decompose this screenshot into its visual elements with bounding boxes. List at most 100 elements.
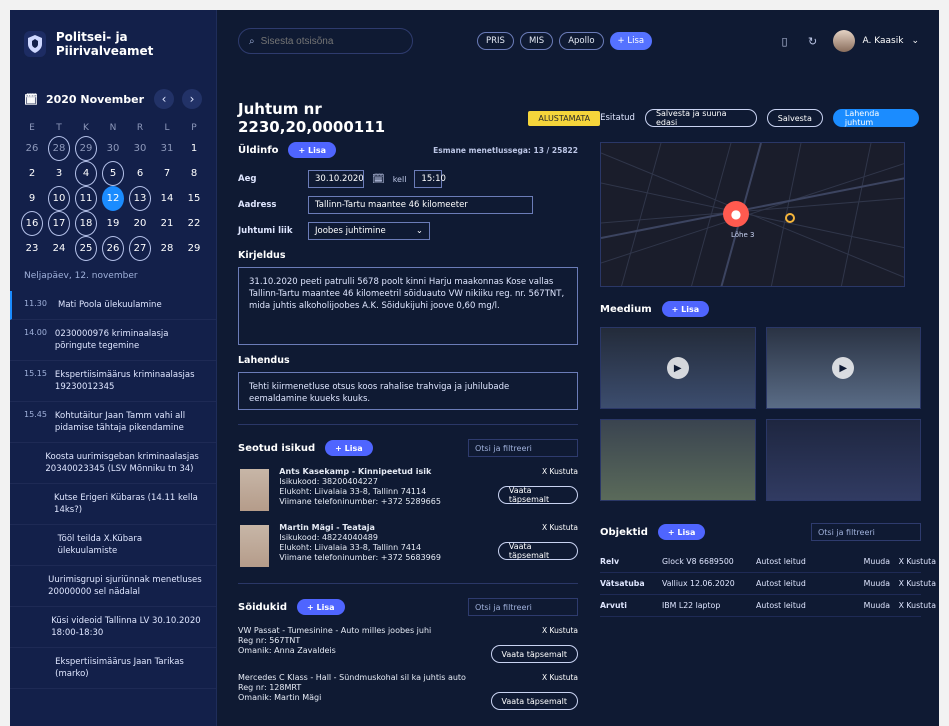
media-add-button[interactable]: + Lisa [661,301,710,317]
bookmark-icon[interactable]: ▯ [777,33,793,49]
calendar-day[interactable]: 30 [129,136,151,161]
calendar-day[interactable]: 5 [102,161,124,186]
vehicle-details-button[interactable]: Vaata täpsemalt [490,692,578,710]
calendar-day[interactable]: 12 [102,186,124,211]
play-icon[interactable]: ▶ [666,357,689,379]
calendar-day[interactable]: 13 [129,186,151,211]
media-thumbnail[interactable] [765,419,921,501]
refresh-icon[interactable]: ↻ [805,33,821,49]
calendar-day[interactable]: 30 [102,136,124,161]
calendar-day-cell: 30 [101,136,125,161]
person-photo[interactable] [238,523,272,569]
agenda-item[interactable]: Tööl teilda X.Kübara ülekuulamiste [10,525,216,566]
address-field[interactable]: Tallinn-Tartu maantee 46 kilomeeter [308,196,533,214]
type-select[interactable]: Joobes juhtimine ⌄ [308,222,430,240]
calendar-day[interactable]: 26 [102,236,124,261]
agenda-item[interactable]: 15.15 Ekspertiisimäärus kriminaalasjas 19… [10,361,216,402]
next-month-button[interactable]: › [182,89,202,109]
object-cell[interactable]: X Kustuta [896,601,936,610]
person-photo[interactable] [238,467,272,513]
source-chip[interactable]: PRIS [477,32,514,50]
calendar-day[interactable]: 24 [48,236,70,261]
source-chip[interactable]: Apollo [559,32,604,50]
calendar-icon[interactable]: 🗓 [372,174,385,185]
calendar-day[interactable]: 18 [75,211,97,236]
resolution-box[interactable]: Tehti kiirmenetluse otsus koos rahalise … [238,372,578,410]
objects-add-button[interactable]: + Lisa [657,524,706,540]
delete-person-link[interactable]: X Kustuta [542,467,578,476]
calendar-day[interactable]: 23 [21,236,43,261]
agenda-item[interactable]: Küsi videoid Tallinna LV 30.10.2020 18:0… [10,607,216,648]
general-add-button[interactable]: + Lisa [288,142,336,158]
calendar-day[interactable]: 27 [129,236,151,261]
vehicle-details-button[interactable]: Vaata täpsemalt [490,645,578,663]
object-cell[interactable]: Muuda [846,557,890,566]
calendar-day[interactable]: 21 [156,211,178,236]
location-pin-icon[interactable]: ● [723,201,749,227]
source-chip[interactable]: + Lisa [609,32,653,50]
objects-filter[interactable]: Otsi ja filtreeri [811,523,921,541]
media-thumbnail[interactable]: ▶ [765,327,921,409]
calendar-day[interactable]: 9 [21,186,43,211]
object-cell[interactable]: Muuda [846,601,890,610]
calendar-day[interactable]: 19 [102,211,124,236]
vehicles-filter[interactable]: Otsi ja filtreeri [468,598,578,616]
calendar-day[interactable]: 3 [48,161,70,186]
person-details-button[interactable]: Vaata täpsemalt [497,542,578,560]
agenda-item[interactable]: Uurimisgrupi sjuriünnak menetluses 20000… [10,566,216,607]
agenda-item[interactable]: Ekspertiisimäärus Jaan Tarikas (marko) [10,648,216,689]
calendar-day[interactable]: 26 [21,136,43,161]
calendar-day[interactable]: 4 [75,161,97,186]
delete-vehicle-link[interactable]: X Kustuta [542,626,578,635]
calendar-day[interactable]: 6 [129,161,151,186]
agenda-item[interactable]: 11.30 Mati Poola ülekuulamine [10,291,216,320]
calendar-day[interactable]: 11 [75,186,97,211]
calendar-day[interactable]: 29 [183,236,205,261]
calendar-day[interactable]: 17 [48,211,70,236]
calendar-day[interactable]: 7 [156,161,178,186]
description-box[interactable]: 31.10.2020 peeti patrulli 5678 poolt kin… [238,267,578,345]
date-field[interactable]: 30.10.2020 [308,170,364,188]
persons-filter[interactable]: Otsi ja filtreeri [468,439,578,457]
resolve-case-button[interactable]: Lahenda juhtum [832,109,919,127]
calendar-day[interactable]: 20 [129,211,151,236]
calendar-day[interactable]: 25 [75,236,97,261]
agenda-item[interactable]: 14.00 0230000976 kriminaalasja põringute … [10,320,216,361]
calendar-day[interactable]: 31 [156,136,178,161]
calendar-day[interactable]: 10 [48,186,70,211]
play-icon[interactable]: ▶ [832,357,855,379]
save-button[interactable]: Salvesta [766,109,823,127]
vehicles-add-button[interactable]: + Lisa [297,599,345,615]
agenda-item[interactable]: 15.45 Kohtutäitur Jaan Tamm vahi all pida… [10,402,216,443]
calendar-day[interactable]: 22 [183,211,205,236]
prev-month-button[interactable]: ‹ [154,89,174,109]
calendar-day[interactable]: 28 [48,136,70,161]
agenda-item[interactable]: Kutse Erigeri Kübaras (14.11 kella 14ks?… [10,484,216,525]
source-chip[interactable]: MIS [519,32,554,50]
time-field[interactable]: 15:10 [414,170,446,188]
calendar-day[interactable]: 1 [183,136,205,161]
calendar-day[interactable]: 16 [21,211,43,236]
calendar-day[interactable]: 15 [183,186,205,211]
calendar-day[interactable]: 28 [156,236,178,261]
media-thumbnail[interactable]: ▶ [600,327,756,409]
delete-person-link[interactable]: X Kustuta [542,523,578,532]
persons-add-button[interactable]: + Lisa [325,440,373,456]
incident-map[interactable]: ● Lõhe 3 [600,142,905,287]
user-menu[interactable]: A. Kaasik ⌄ [832,30,919,52]
object-cell[interactable]: Muuda [846,579,890,588]
object-cell[interactable]: X Kustuta [896,579,936,588]
agenda-item[interactable]: Koosta uurimisgeban kriminaalasjas 20340… [10,443,216,484]
calendar-day[interactable]: 2 [21,161,43,186]
media-thumbnail[interactable] [600,419,756,501]
object-cell[interactable]: X Kustuta [896,557,936,566]
map-poi-icon[interactable] [785,213,795,223]
calendar-day[interactable]: 14 [156,186,178,211]
delete-vehicle-link[interactable]: X Kustuta [542,673,578,682]
calendar-day[interactable]: 29 [75,136,97,161]
vehicle-line1: Mercedes C Klass - Hall - Sündmuskohal s… [238,673,466,682]
person-details-button[interactable]: Vaata täpsemalt [497,486,578,504]
calendar-day[interactable]: 8 [183,161,205,186]
search-input[interactable] [260,35,391,47]
save-and-forward-button[interactable]: Salvesta ja suuna edasi [644,109,757,127]
